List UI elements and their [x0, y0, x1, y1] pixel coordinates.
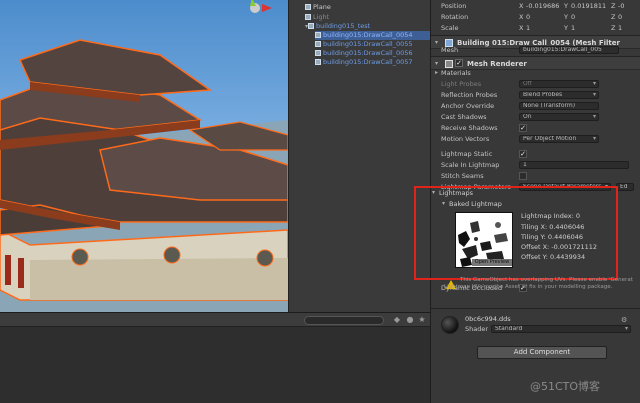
y-label: Y [564, 24, 568, 32]
receive-shadows-row: Receive Shadows ✓ [441, 124, 527, 132]
wall-lower [30, 258, 288, 300]
light-probes-row: Light Probes Off [431, 79, 640, 89]
settings-icon[interactable]: ⚙ [621, 316, 627, 324]
label-icon[interactable]: ● [405, 315, 415, 325]
gameobject-icon [315, 59, 321, 65]
gameobject-icon [305, 14, 311, 20]
cast-shadows-dropdown[interactable]: On [519, 113, 599, 121]
scale-y-field[interactable]: 1 [571, 23, 575, 33]
transform-scale-row: Scale X 1 Y 1 Z 1 [441, 23, 623, 33]
materials-row[interactable]: ▸ Materials [431, 68, 640, 78]
mesh-row: Mesh building015:DrawCall_005 [431, 45, 640, 55]
reflection-probes-row: Reflection Probes Blend Probes [431, 90, 640, 100]
transform-rotation-row: Rotation X 0 Y 0 Z 0 [441, 12, 623, 22]
prefab-icon [308, 23, 315, 29]
motion-vectors-dropdown[interactable]: Per Object Motion [519, 135, 599, 143]
reflection-probes-dropdown[interactable]: Blend Probes [519, 91, 599, 99]
watermark: @51CTO博客 [530, 380, 601, 393]
scale-z-field[interactable]: 1 [618, 23, 622, 33]
lightmap-static-checkbox[interactable]: ✓ [519, 150, 527, 158]
project-panel[interactable]: ◆ ● ★ [0, 312, 430, 403]
z-label: Z [611, 13, 616, 21]
gameobject-icon [315, 50, 321, 56]
position-z-field[interactable]: -0 [618, 1, 624, 11]
hierarchy-item-light[interactable]: Light [305, 13, 329, 22]
scene-render [0, 0, 288, 312]
hierarchy-item[interactable]: building015:DrawCall_0057 [315, 58, 413, 67]
add-component-button[interactable]: Add Component [477, 346, 607, 359]
star-icon[interactable]: ★ [417, 315, 427, 325]
rotation-z-field[interactable]: 0 [618, 12, 622, 22]
y-label: Y [564, 2, 568, 10]
highlight-box [414, 186, 618, 280]
x-label: X [519, 13, 524, 21]
scale-in-lightmap-row: Scale In Lightmap 1 [431, 160, 640, 170]
motion-vectors-row: Motion Vectors Per Object Motion [431, 134, 640, 144]
mesh-renderer-icon [445, 60, 453, 68]
rotation-y-field[interactable]: 0 [571, 12, 575, 22]
y-label: Y [564, 13, 568, 21]
lightmap-static-row: Lightmap Static ✓ [441, 150, 527, 158]
divider [431, 308, 640, 309]
warning-text: Lightmap UVs' on the Asset or fix in you… [444, 284, 613, 290]
scene-view[interactable] [0, 0, 288, 312]
gameobject-icon [315, 41, 321, 47]
search-input[interactable] [304, 316, 384, 325]
anchor-override-field[interactable]: None (Transform) [519, 102, 599, 110]
cast-shadows-row: Cast Shadows On [431, 112, 640, 122]
position-x-field[interactable]: -0.019686 [526, 1, 559, 11]
rotation-x-field[interactable]: 0 [526, 12, 530, 22]
warning-text: This GameObject has overlapping UVs. Ple… [460, 277, 633, 283]
pillar [5, 255, 11, 285]
shader-dropdown[interactable]: Standard [491, 325, 631, 333]
material-row[interactable]: 0bc6c994.dds [431, 314, 640, 324]
project-toolbar: ◆ ● ★ [0, 313, 430, 327]
expand-arrow-icon[interactable]: ▸ [435, 68, 438, 78]
material-name: 0bc6c994.dds [465, 315, 511, 323]
receive-shadows-checkbox[interactable]: ✓ [519, 124, 527, 132]
tag-icon[interactable]: ◆ [392, 315, 402, 325]
z-label: Z [611, 2, 616, 10]
shader-row: Shader Standard [431, 324, 640, 334]
light-probes-dropdown[interactable]: Off [519, 80, 599, 88]
enable-checkbox[interactable]: ✓ [455, 59, 463, 67]
hierarchy-item[interactable]: building015:DrawCall_0055 [315, 40, 413, 49]
edit-parameters-button[interactable]: Ed [616, 183, 634, 191]
hierarchy-item-building[interactable]: ▾ building015_test [305, 22, 370, 31]
transform-position-row: Position X -0.019686 Y 0.0191811 Z -0 [441, 1, 625, 11]
collapse-arrow-icon[interactable]: ▾ [435, 60, 438, 67]
stitch-seams-checkbox[interactable] [519, 172, 527, 180]
hierarchy-item-plane[interactable]: Plane [305, 3, 331, 12]
mesh-field[interactable]: building015:DrawCall_005 [519, 46, 619, 54]
round-window [256, 249, 274, 267]
stitch-seams-row: Stitch Seams [431, 171, 640, 181]
anchor-override-row: Anchor Override None (Transform) [431, 101, 640, 111]
material-preview-icon[interactable] [441, 316, 459, 334]
scale-in-lightmap-field[interactable]: 1 [519, 161, 629, 169]
x-label: X [519, 2, 524, 10]
gameobject-icon [305, 4, 311, 10]
scene-gizmo [250, 0, 272, 13]
hierarchy-item-selected[interactable]: building015:DrawCall_0054 [315, 31, 431, 40]
hierarchy-item[interactable]: building015:DrawCall_0056 [315, 49, 413, 58]
pillar [18, 258, 24, 288]
z-label: Z [611, 24, 616, 32]
round-window [71, 248, 89, 266]
scale-x-field[interactable]: 1 [526, 23, 530, 33]
round-window [163, 246, 181, 264]
position-y-field[interactable]: 0.0191811 [571, 1, 606, 11]
hierarchy-panel[interactable]: Plane Light ▾ building015_test building01… [288, 0, 431, 312]
x-label: X [519, 24, 524, 32]
gameobject-icon [315, 32, 321, 38]
